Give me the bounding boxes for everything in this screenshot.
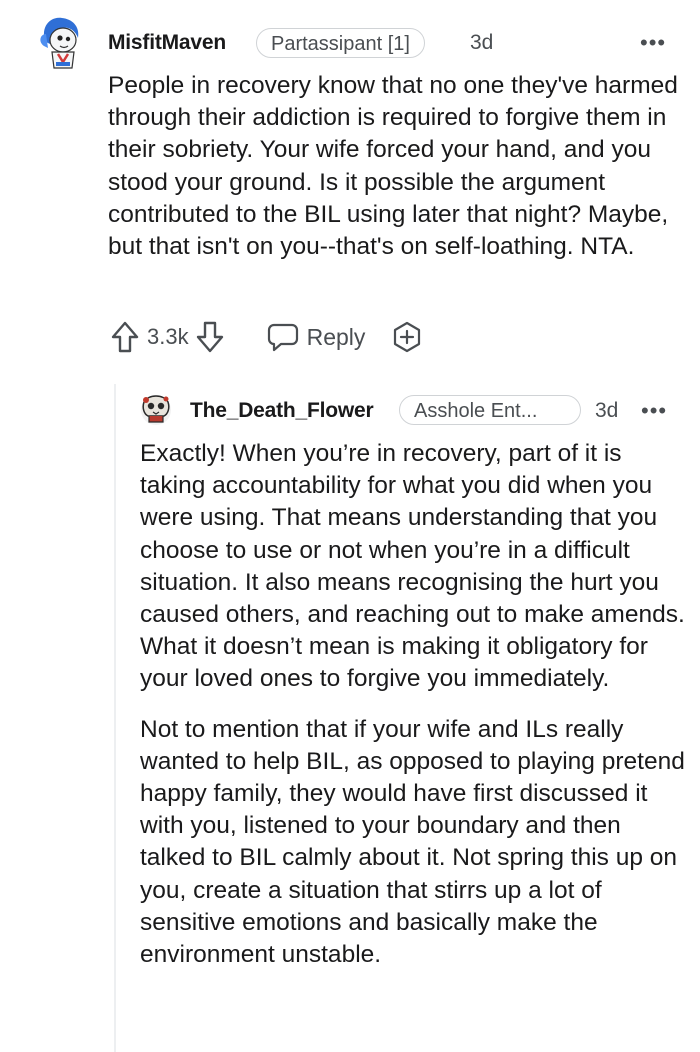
reply-body: Exactly! When you’re in recovery, part o… [140,438,688,971]
username[interactable]: MisfitMaven [108,31,226,55]
reply-paragraph: Not to mention that if your wife and ILs… [140,715,685,969]
user-flair: Partassipant [1] [256,28,425,58]
thread-line[interactable] [114,384,116,1052]
timestamp: 3d [595,399,619,422]
upvote-icon[interactable] [110,320,140,354]
reply-paragraph: Exactly! When you’re in recovery, part o… [140,440,685,693]
avatar[interactable] [36,12,86,72]
award-icon[interactable] [391,321,423,353]
comment-text: People in recovery know that no one they… [108,72,678,261]
reply-label: Reply [306,323,366,350]
timestamp: 3d [470,31,494,54]
user-flair: Asshole Ent... [399,395,581,425]
reply-button[interactable]: Reply [267,322,366,352]
comment-actions: 3.3k Reply [110,318,423,356]
avatar[interactable] [138,392,174,428]
more-options-icon[interactable]: ••• [641,400,667,422]
username[interactable]: The_Death_Flower [190,399,374,423]
more-options-icon[interactable]: ••• [640,32,666,54]
vote-count: 3.3k [147,324,189,349]
reply-icon [267,323,298,352]
comment-body: People in recovery know that no one they… [108,70,680,263]
downvote-icon[interactable] [195,320,225,354]
